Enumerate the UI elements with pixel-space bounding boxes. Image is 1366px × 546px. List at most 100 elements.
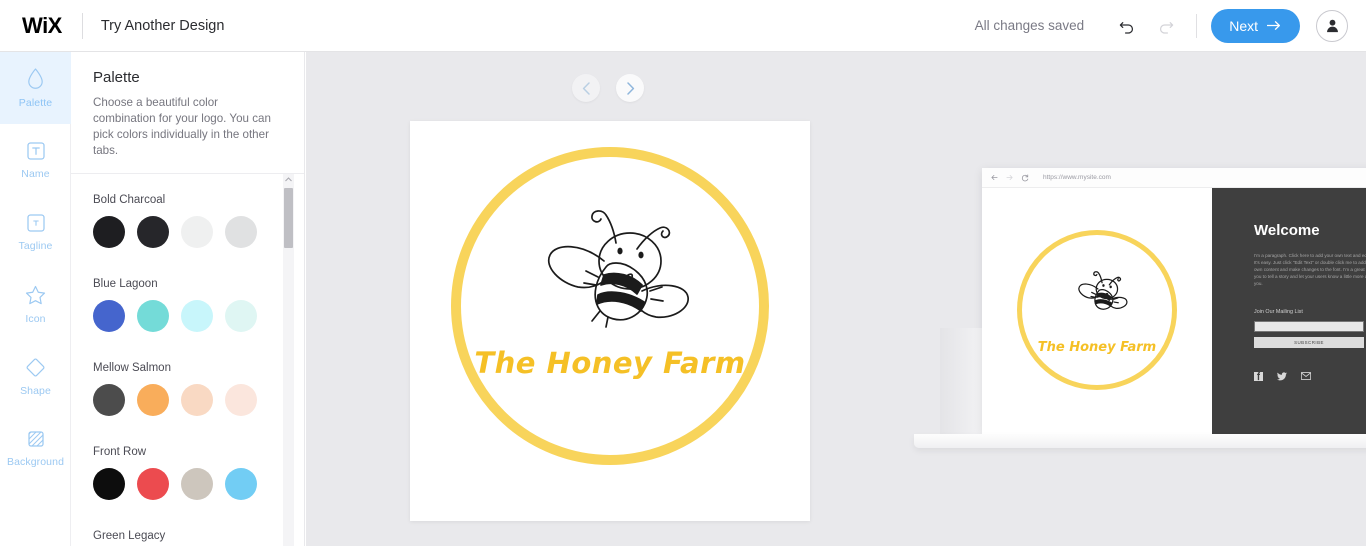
- palette-name: Mellow Salmon: [93, 362, 171, 374]
- color-swatch[interactable]: [225, 468, 257, 500]
- sidebar-item-palette-label: Palette: [18, 97, 53, 109]
- undo-icon: [1119, 22, 1133, 34]
- palette-name: Front Row: [93, 446, 147, 458]
- color-swatch[interactable]: [225, 216, 257, 248]
- mockup-social-links: [1254, 372, 1366, 381]
- scrollbar-thumb[interactable]: [284, 188, 293, 248]
- palette-swatch-row: [93, 468, 304, 500]
- mockup-email-input[interactable]: [1254, 321, 1364, 332]
- save-status-text: All changes saved: [974, 18, 1085, 33]
- sidebar-item-tagline-label: Tagline: [18, 240, 53, 252]
- color-swatch[interactable]: [181, 468, 213, 500]
- panel-scrollbar[interactable]: [283, 174, 294, 546]
- chevron-right-icon: [626, 81, 634, 95]
- palette-group[interactable]: Blue Lagoon: [71, 278, 304, 332]
- sidebar-item-icon-label: Icon: [25, 312, 46, 325]
- palette-group[interactable]: Mellow Salmon: [71, 362, 304, 416]
- next-button[interactable]: Next: [1211, 8, 1300, 43]
- logo-preview-card[interactable]: The Honey Farm: [410, 121, 810, 521]
- sidebar-item-palette[interactable]: Palette: [0, 52, 71, 124]
- arrow-right-icon: [1267, 21, 1280, 30]
- palette-group[interactable]: Bold Charcoal: [71, 194, 304, 248]
- droplet-icon: [28, 68, 43, 89]
- panel-header: Palette Choose a beautiful color combina…: [71, 52, 304, 174]
- browser-reload-icon[interactable]: [1021, 173, 1029, 182]
- palette-name: Green Legacy: [93, 530, 166, 542]
- user-account-button[interactable]: [1316, 9, 1348, 42]
- color-swatch[interactable]: [137, 216, 169, 248]
- mockup-url-text[interactable]: https://www.mysite.com: [1043, 174, 1111, 181]
- mockup-heading: Welcome: [1254, 222, 1320, 239]
- small-text-box-icon: [26, 214, 45, 232]
- palette-name: Blue Lagoon: [93, 278, 158, 290]
- sidebar-item-name[interactable]: Name: [0, 124, 71, 196]
- design-nav-arrows: [572, 74, 644, 102]
- mockup-welcome-panel: Welcome I'm a paragraph. Click here to a…: [1212, 188, 1366, 434]
- bee-icon: [1069, 266, 1131, 314]
- redo-button[interactable]: [1150, 11, 1180, 41]
- sidebar-item-name-label: Name: [21, 168, 50, 180]
- mockup-mailing-label: Join Our Mailing List: [1254, 309, 1303, 315]
- next-button-label: Next: [1229, 17, 1258, 34]
- browser-back-icon[interactable]: [991, 174, 998, 181]
- laptop-screen: https://www.mysite.com The Honey Farm We…: [982, 168, 1366, 434]
- logo-business-name: The Honey Farm: [474, 346, 746, 380]
- text-box-icon: [26, 142, 45, 160]
- color-swatch[interactable]: [93, 300, 125, 332]
- palette-swatch-row: [93, 384, 304, 416]
- facebook-icon[interactable]: [1254, 372, 1263, 381]
- palette-group[interactable]: Front Row: [71, 446, 304, 500]
- diamond-icon: [26, 358, 45, 376]
- left-rail: Palette Name Tagline Icon Shape Backgrou…: [0, 52, 71, 546]
- wix-brand-logo[interactable]: WiX: [22, 14, 62, 37]
- mockup-subscribe-button[interactable]: SUBSCRIBE: [1254, 337, 1364, 348]
- twitter-icon[interactable]: [1277, 372, 1287, 381]
- mockup-browser-bar: https://www.mysite.com: [982, 168, 1366, 188]
- palette-panel: Palette Choose a beautiful color combina…: [71, 52, 305, 546]
- scroll-up-arrow-icon: [285, 177, 292, 182]
- scrollbar-up-button[interactable]: [283, 174, 294, 185]
- mockup-page-content: The Honey Farm Welcome I'm a paragraph. …: [982, 188, 1366, 434]
- color-swatch[interactable]: [93, 468, 125, 500]
- hatched-square-icon: [27, 431, 44, 447]
- try-another-design-link[interactable]: Try Another Design: [101, 18, 225, 34]
- sidebar-item-background[interactable]: Background: [0, 412, 71, 484]
- top-bar-actions: All changes saved Next: [974, 8, 1348, 43]
- chevron-left-icon: [582, 81, 590, 95]
- color-swatch[interactable]: [181, 216, 213, 248]
- undo-button[interactable]: [1112, 11, 1142, 41]
- previous-design-button[interactable]: [572, 74, 600, 102]
- next-design-button[interactable]: [616, 74, 644, 102]
- sidebar-item-background-label: Background: [6, 456, 65, 468]
- color-swatch[interactable]: [93, 384, 125, 416]
- actions-divider: [1196, 13, 1198, 38]
- color-swatch[interactable]: [137, 300, 169, 332]
- sidebar-item-tagline[interactable]: Tagline: [0, 196, 71, 268]
- website-mockup: https://www.mysite.com The Honey Farm We…: [914, 168, 1366, 528]
- bee-icon: [520, 199, 700, 329]
- panel-description: Choose a beautiful color combination for…: [93, 96, 271, 157]
- redo-icon: [1159, 22, 1173, 34]
- palette-list: Bold Charcoal Blue Lagoon Mellow Salmon …: [71, 174, 304, 546]
- sidebar-item-icon[interactable]: Icon: [0, 268, 71, 340]
- user-avatar-icon: [1326, 19, 1338, 33]
- wix-logo-maker-app: WiX Try Another Design All changes saved…: [0, 0, 1366, 546]
- color-swatch[interactable]: [137, 384, 169, 416]
- design-canvas: The Honey Farm https://www.mysite.com Th…: [306, 52, 1366, 546]
- mockup-logo-text: The Honey Farm: [1037, 340, 1157, 355]
- top-bar: WiX Try Another Design All changes saved…: [0, 0, 1366, 52]
- mockup-paragraph: I'm a paragraph. Click here to add your …: [1254, 253, 1366, 286]
- color-swatch[interactable]: [225, 300, 257, 332]
- color-swatch[interactable]: [137, 468, 169, 500]
- color-swatch[interactable]: [93, 216, 125, 248]
- color-swatch[interactable]: [225, 384, 257, 416]
- color-swatch[interactable]: [181, 384, 213, 416]
- star-icon: [25, 285, 46, 304]
- color-swatch[interactable]: [181, 300, 213, 332]
- browser-forward-icon[interactable]: [1006, 174, 1013, 181]
- email-icon[interactable]: [1301, 372, 1311, 380]
- sidebar-item-shape[interactable]: Shape: [0, 340, 71, 412]
- palette-name: Bold Charcoal: [93, 194, 166, 206]
- palette-group[interactable]: Green Legacy: [71, 530, 304, 546]
- laptop-base: [914, 434, 1366, 448]
